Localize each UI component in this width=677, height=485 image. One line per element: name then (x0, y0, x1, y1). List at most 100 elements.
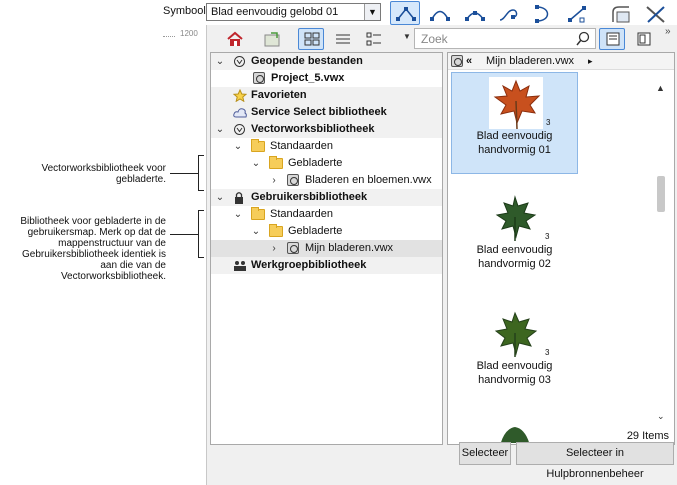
scroll-thumb (657, 176, 665, 212)
tree-item-user-standards[interactable]: ⌄ Standaarden (211, 206, 442, 223)
forward-icon[interactable]: ▸ (588, 53, 593, 70)
show-preview-button[interactable] (630, 28, 656, 50)
select-button[interactable]: Selecteer (459, 442, 511, 465)
folder-icon (269, 156, 283, 169)
search-options-arrow-icon[interactable]: ▼ (403, 32, 411, 41)
tree-item-workgroup-library[interactable]: Werkgroepbibliotheek (211, 257, 442, 274)
preview-pane-icon (637, 32, 651, 46)
tree-pane-icon (606, 32, 620, 46)
resource-tile[interactable]: 3 Blad eenvoudig handvormig 03 (451, 303, 578, 405)
list-view-icon (336, 34, 350, 44)
callout-line (198, 155, 204, 156)
library-tree[interactable]: ⌄ Geopende bestanden Project_5.vwx Favor… (210, 52, 443, 445)
vertex-tool-icon (396, 7, 416, 21)
open-files-icon (234, 56, 245, 67)
bezier-tool-button[interactable] (561, 1, 591, 25)
maple-leaf-thumbnail (489, 77, 543, 129)
curve-tool-icon (535, 5, 549, 23)
chevron-down-icon: ⌄ (233, 141, 243, 152)
new-resource-icon (264, 32, 280, 47)
symbol-select-value: Blad eenvoudig gelobd 01 (211, 6, 339, 18)
callout-line (170, 234, 198, 235)
resource-viewer: « Mijn bladeren.vwx ▸ 3 Blad eenvoudig h… (447, 52, 675, 445)
folder-icon (269, 224, 283, 237)
thumbnail-view-button[interactable] (298, 28, 324, 50)
cloud-icon (233, 108, 247, 118)
symbol-insert-icon (612, 6, 630, 23)
spiral-tool-button[interactable] (493, 1, 523, 25)
search-input[interactable]: Zoek (414, 28, 596, 49)
vwx-file-icon (287, 174, 299, 186)
tree-item-open-files[interactable]: ⌄ Geopende bestanden (211, 53, 442, 70)
callout-vectorworks-library: Vectorworksbibliotheek voor gebladerte. (41, 163, 166, 185)
chevron-right-icon: › (272, 243, 276, 254)
detail-view-button[interactable] (360, 28, 386, 50)
chevron-down-icon: ⌄ (215, 192, 225, 203)
tree-item-user-foliage[interactable]: ⌄ Gebladerte (211, 223, 442, 240)
tree-item-project-5[interactable]: Project_5.vwx (211, 70, 442, 87)
scroll-up-icon: ▲ (656, 83, 665, 93)
resource-caption: Blad eenvoudig handvormig 03 (476, 360, 553, 386)
screen: Symbool Blad eenvoudig gelobd 01 ▼ 1200 (0, 0, 677, 485)
callout-line (170, 173, 198, 174)
settings-tool-button[interactable] (640, 1, 670, 25)
tree-item-user-library[interactable]: ⌄ Gebruikersbibliotheek (211, 189, 442, 206)
curve-tool-button[interactable] (527, 1, 557, 25)
bezier-tool-icon (568, 6, 586, 23)
tree-item-vectorworks-library[interactable]: ⌄ Vectorworksbibliotheek (211, 121, 442, 138)
symbol-select[interactable]: Blad eenvoudig gelobd 01 ▼ (206, 3, 381, 21)
folder-icon (251, 207, 265, 220)
symbol-label: Symbool (163, 5, 206, 17)
item-count: 29 Items (626, 430, 669, 442)
tools-icon (646, 6, 665, 23)
vertex-tool-button[interactable] (390, 1, 420, 25)
back-button[interactable]: « (466, 53, 472, 70)
chevron-down-icon: ⌄ (215, 56, 225, 67)
arc-tool-icon (430, 10, 450, 21)
resource-type-mark: 3 (545, 348, 550, 357)
resource-caption: Blad eenvoudig handvormig 02 (476, 244, 553, 270)
tree-item-foliage[interactable]: ⌄ Gebladerte (211, 155, 442, 172)
grid-view-icon (304, 32, 320, 46)
tree-item-service-select[interactable]: Service Select bibliotheek (211, 104, 442, 121)
symbol-insert-tool-button[interactable] (605, 1, 635, 25)
tree-item-standards[interactable]: ⌄ Standaarden (211, 138, 442, 155)
chevron-down-icon[interactable]: ▼ (364, 4, 380, 20)
vwx-file-icon (253, 72, 265, 84)
arc-tool-2-button[interactable] (459, 1, 489, 25)
resource-tile[interactable] (451, 421, 578, 443)
arc-tool-button[interactable] (424, 1, 454, 25)
select-in-resource-manager-button[interactable]: Selecteer in Hulpbronnenbeheer (516, 442, 674, 480)
ruler: 1200 (163, 27, 208, 41)
more-icon[interactable]: » (665, 26, 671, 37)
callout-line (198, 190, 204, 191)
resource-manager-palette: ▼ Zoek » ⌄ Geopende bestanden Project_5.… (206, 25, 677, 485)
callout-user-library: Bibliotheek voor gebladerte in de gebrui… (20, 216, 166, 282)
vwx-file-icon (287, 242, 299, 254)
leaf-thumbnail (494, 311, 538, 357)
new-resource-button[interactable] (258, 28, 284, 50)
resource-type-mark: 3 (546, 118, 551, 127)
chevron-down-icon: ⌄ (251, 158, 261, 169)
spiral-tool-icon (499, 9, 518, 21)
breadcrumb: « Mijn bladeren.vwx ▸ (448, 53, 674, 70)
resource-caption: Blad eenvoudig handvormig 01 (476, 130, 553, 156)
resource-tile[interactable]: 3 Blad eenvoudig handvormig 02 (451, 187, 578, 289)
tree-item-favorites[interactable]: Favorieten (211, 87, 442, 104)
chevron-down-icon: ⌄ (233, 209, 243, 220)
leaf-thumbnail (500, 427, 530, 443)
callout-line (198, 210, 204, 211)
list-view-button[interactable] (329, 28, 355, 50)
tree-item-my-leaves-file[interactable]: › Mijn bladeren.vwx (211, 240, 442, 257)
callout-bracket (198, 155, 199, 191)
home-button[interactable] (221, 28, 247, 50)
vertical-scrollbar[interactable]: ▲ ⌄ (652, 71, 672, 424)
breadcrumb-file[interactable]: Mijn bladeren.vwx (486, 53, 574, 70)
arc-tool-2-icon (465, 11, 485, 21)
show-tree-button[interactable] (599, 28, 625, 50)
search-icon (576, 31, 590, 46)
folder-icon (251, 139, 265, 152)
tree-item-leaves-flowers-file[interactable]: › Bladeren en bloemen.vwx (211, 172, 442, 189)
resource-tile[interactable]: 3 Blad eenvoudig handvormig 01 (451, 72, 578, 174)
search-placeholder: Zoek (421, 32, 448, 46)
